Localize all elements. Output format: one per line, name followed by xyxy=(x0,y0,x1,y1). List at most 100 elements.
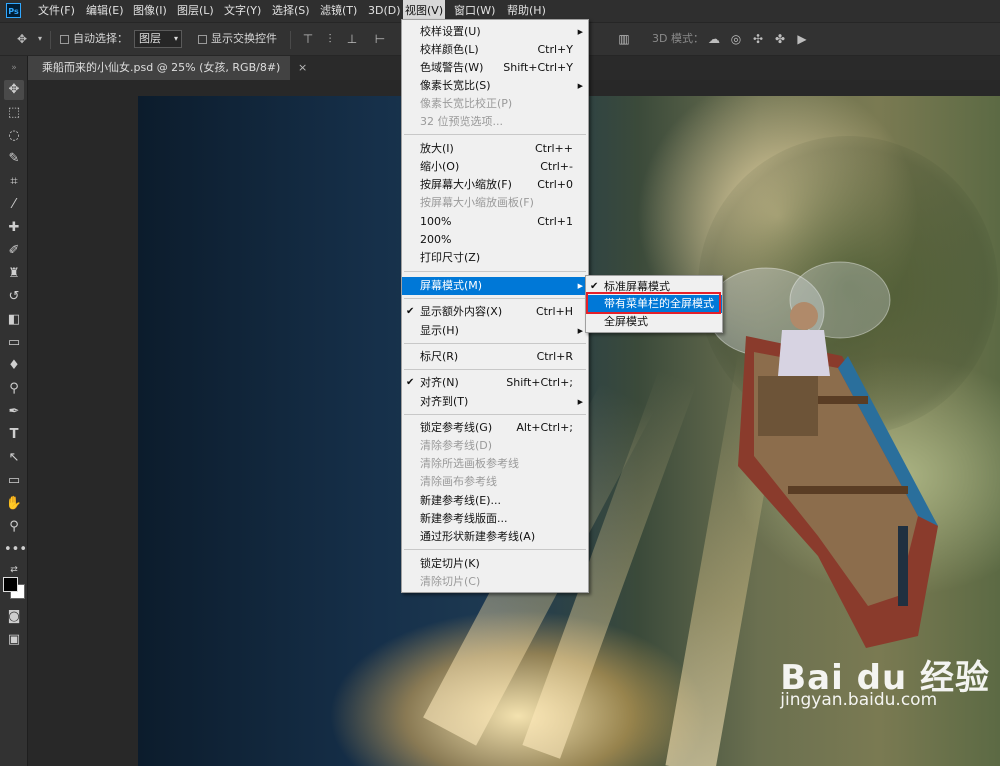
divider xyxy=(290,31,291,49)
document-tab[interactable]: 乘船而来的小仙女.psd @ 25% (女孩, RGB/8#) xyxy=(28,56,290,80)
menu-divider xyxy=(404,369,586,370)
move-tool-icon[interactable]: ✥ xyxy=(4,80,24,100)
menu-divider xyxy=(404,549,586,550)
show-transform-checkbox[interactable]: 显示交换控件 xyxy=(198,31,277,47)
auto-select-value: 图层 xyxy=(139,32,161,45)
path-select-tool-icon[interactable]: ↖ xyxy=(4,448,24,468)
photoshop-logo-icon: Ps xyxy=(6,3,21,18)
view-menu-proof-setup[interactable]: 校样设置(U) ▶ xyxy=(402,23,588,41)
submenu-arrow-icon: ▶ xyxy=(577,82,583,90)
rectangle-tool-icon[interactable]: ▭ xyxy=(4,471,24,491)
3d-slide-icon[interactable]: ✤ xyxy=(772,31,788,47)
align-left-icon[interactable]: ⊢ xyxy=(372,31,388,47)
menu-3d[interactable]: 3D(D) xyxy=(366,0,403,22)
view-menu-show[interactable]: 显示(H) ▶ xyxy=(402,322,588,340)
screen-mode-full[interactable]: 全屏模式 xyxy=(586,313,722,331)
menu-file[interactable]: 文件(F) xyxy=(36,0,77,22)
move-tool-icon[interactable]: ✥ xyxy=(14,31,30,47)
annotation-highlight-box xyxy=(586,292,721,314)
view-menu-zoom-in[interactable]: 放大(I) Ctrl++ xyxy=(402,140,588,158)
view-menu-gamut-warning[interactable]: 色域警告(W) Shift+Ctrl+Y xyxy=(402,59,588,77)
view-menu-pixel-aspect-correction: 像素长宽比校正(P) xyxy=(420,97,513,110)
3d-orbit-icon[interactable]: ☁ xyxy=(706,31,722,47)
menu-filter[interactable]: 滤镜(T) xyxy=(318,0,359,22)
3d-pan-icon[interactable]: ✣ xyxy=(750,31,766,47)
quick-mask-icon[interactable]: ◙ xyxy=(4,607,24,627)
view-menu-rulers[interactable]: 标尺(R) Ctrl+R xyxy=(402,348,588,366)
3d-scale-icon[interactable]: ▶ xyxy=(794,31,810,47)
menu-edit[interactable]: 编辑(E) xyxy=(84,0,126,22)
crop-tool-icon[interactable]: ⌗ xyxy=(4,172,24,192)
checkbox-box[interactable] xyxy=(198,34,207,44)
view-menu-pixel-aspect[interactable]: 像素长宽比(S) ▶ xyxy=(402,77,588,95)
chevron-down-icon[interactable]: ▾ xyxy=(32,31,48,47)
view-menu-lock-slices[interactable]: 锁定切片(K) xyxy=(402,555,588,573)
quick-select-tool-icon[interactable]: ✎ xyxy=(4,149,24,169)
view-menu-proof-colors[interactable]: 校样颜色(L) Ctrl+Y xyxy=(402,41,588,59)
view-menu-print-size[interactable]: 打印尺寸(Z) xyxy=(402,249,588,267)
align-vcenter-icon[interactable]: ⫶ xyxy=(322,31,338,47)
watermark-url: jingyan.baidu.com xyxy=(780,690,938,710)
view-menu-show-extras[interactable]: ✔ 显示额外内容(X) Ctrl+H xyxy=(402,303,588,321)
view-menu-new-guide-layout[interactable]: 新建参考线版面... xyxy=(402,510,588,528)
history-brush-tool-icon[interactable]: ↺ xyxy=(4,287,24,307)
menu-layer[interactable]: 图层(L) xyxy=(175,0,216,22)
hand-tool-icon[interactable]: ✋ xyxy=(4,494,24,514)
menu-divider xyxy=(404,343,586,344)
healing-brush-tool-icon[interactable]: ✚ xyxy=(4,218,24,238)
close-icon[interactable]: × xyxy=(298,61,307,74)
checkbox-box[interactable] xyxy=(60,34,69,44)
eyedropper-tool-icon[interactable]: ⁄ xyxy=(4,195,24,215)
collapse-icon[interactable]: » xyxy=(4,58,24,78)
brush-tool-icon[interactable]: ✐ xyxy=(4,241,24,261)
3d-roll-icon[interactable]: ◎ xyxy=(728,31,744,47)
submenu-arrow-icon: ▶ xyxy=(577,282,583,290)
foreground-color-swatch[interactable] xyxy=(3,577,18,592)
auto-select-dropdown[interactable]: 图层 ▾ xyxy=(134,30,182,48)
3d-mode-label: 3D 模式： xyxy=(652,32,704,45)
checkmark-icon: ✔ xyxy=(406,377,415,388)
menu-divider xyxy=(404,134,586,135)
menu-image[interactable]: 图像(I) xyxy=(131,0,169,22)
menu-select[interactable]: 选择(S) xyxy=(270,0,312,22)
checkmark-icon: ✔ xyxy=(406,306,415,317)
baidu-watermark: Bai du 经验 jingyan.baidu.com xyxy=(780,650,990,710)
align-bottom-icon[interactable]: ⊥ xyxy=(344,31,360,47)
menu-divider xyxy=(404,271,586,272)
auto-select-checkbox[interactable]: 自动选择： xyxy=(60,31,128,47)
view-menu-screen-mode[interactable]: 屏幕模式(M) ▶ xyxy=(402,277,588,295)
auto-select-label: 自动选择： xyxy=(73,32,128,45)
view-menu-lock-guides[interactable]: 锁定参考线(G) Alt+Ctrl+; xyxy=(402,419,588,437)
tools-panel: » ✥ ⬚ ◌ ✎ ⌗ ⁄ ✚ ✐ ♜ ↺ ◧ ▭ ♦ ⚲ ✒ T ↖ ▭ ✋ … xyxy=(0,56,28,766)
submenu-arrow-icon: ▶ xyxy=(577,327,583,335)
more-tools-icon[interactable]: ••• xyxy=(4,540,27,560)
submenu-arrow-icon: ▶ xyxy=(577,28,583,36)
view-menu-dropdown: 校样设置(U) ▶ 校样颜色(L) Ctrl+Y 色域警告(W) Shift+Ctrl… xyxy=(401,19,589,593)
eraser-tool-icon[interactable]: ◧ xyxy=(4,310,24,330)
view-menu-fit-artboard: 按屏幕大小缩放画板(F) xyxy=(420,196,534,209)
screen-mode-icon[interactable]: ▣ xyxy=(4,630,24,650)
stamp-tool-icon[interactable]: ♜ xyxy=(4,264,24,284)
marquee-tool-icon[interactable]: ⬚ xyxy=(4,103,24,123)
gradient-tool-icon[interactable]: ▭ xyxy=(4,333,24,353)
view-menu-200-percent[interactable]: 200% xyxy=(402,231,588,249)
distribute-icon[interactable]: ▥ xyxy=(616,31,632,47)
zoom-tool-icon[interactable]: ⚲ xyxy=(4,517,24,537)
align-top-icon[interactable]: ⊤ xyxy=(300,31,316,47)
dodge-tool-icon[interactable]: ⚲ xyxy=(4,379,24,399)
view-menu-zoom-out[interactable]: 缩小(O) Ctrl+- xyxy=(402,158,588,176)
view-menu-snap[interactable]: ✔ 对齐(N) Shift+Ctrl+; xyxy=(402,374,588,392)
pen-tool-icon[interactable]: ✒ xyxy=(4,402,24,422)
menu-type[interactable]: 文字(Y) xyxy=(222,0,263,22)
view-menu-fit-screen[interactable]: 按屏幕大小缩放(F) Ctrl+0 xyxy=(402,176,588,194)
view-menu-guides-from-shape[interactable]: 通过形状新建参考线(A) xyxy=(402,528,588,546)
lasso-tool-icon[interactable]: ◌ xyxy=(4,126,24,146)
view-menu-32bit-preview: 32 位预览选项... xyxy=(420,115,503,128)
view-menu-100-percent[interactable]: 100% Ctrl+1 xyxy=(402,213,588,231)
view-menu-clear-slices: 清除切片(C) xyxy=(420,575,481,588)
blur-tool-icon[interactable]: ♦ xyxy=(4,356,24,376)
view-menu-new-guide[interactable]: 新建参考线(E)... xyxy=(402,492,588,510)
view-menu-snap-to[interactable]: 对齐到(T) ▶ xyxy=(402,393,588,411)
menu-divider xyxy=(404,414,586,415)
type-tool-icon[interactable]: T xyxy=(4,425,24,445)
